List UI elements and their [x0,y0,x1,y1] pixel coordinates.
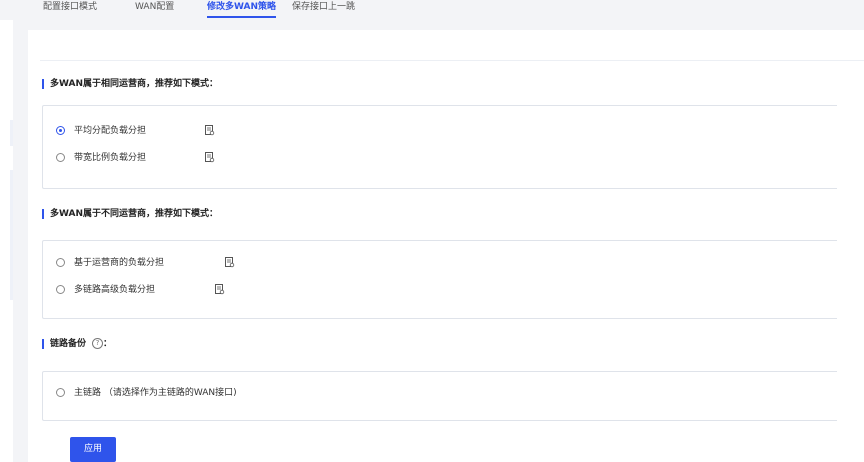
section-accent-bar [42,339,44,349]
document-icon[interactable] [205,125,215,136]
option-label: 平均分配负载分担 [74,126,147,136]
section-title-suffix: ： [103,339,113,349]
radio-button-checked[interactable] [56,126,65,135]
sidebar-highlight [10,120,13,146]
active-tab-indicator [207,16,277,18]
section-title-text: 链路备份?： [50,338,112,350]
option-label: 主链路 （请选择作为主链路的WAN接口) [74,388,237,398]
section-accent-bar [42,209,44,219]
tab-multi-wan-policy-label: 修改多WAN策略 [207,2,277,12]
card-divider [40,60,864,61]
section-title-same-isp: 多WAN属于相同运营商，推荐如下模式： [42,78,342,90]
section-accent-bar [42,79,44,89]
tab-save-next-hop[interactable]: 保存接口上一跳 [292,0,355,20]
left-sidebar [0,0,13,462]
option-box-different-isp: 基于运营商的负载分担 多链路高级负载分担 [42,240,837,319]
tab-bar: 配置接口模式 WAN配置 修改多WAN策略 保存接口上一跳 [0,0,864,20]
option-box-link-backup: 主链路 （请选择作为主链路的WAN接口) [42,371,837,421]
tab-wan-config[interactable]: WAN配置 [135,0,174,20]
option-box-same-isp: 平均分配负载分担 带宽比例负载分担 [42,105,837,189]
tab-multi-wan-policy[interactable]: 修改多WAN策略 [207,0,277,20]
option-label: 多链路高级负载分担 [74,285,156,295]
section-title-link-backup: 链路备份?： [42,338,242,350]
help-icon[interactable]: ? [92,338,104,349]
section-title-different-isp: 多WAN属于不同运营商，推荐如下模式： [42,208,342,220]
radio-button[interactable] [56,258,65,267]
section-title-label: 链路备份 [50,339,87,349]
tab-interface-mode[interactable]: 配置接口模式 [43,0,97,20]
apply-button[interactable]: 应用 [70,437,116,462]
sidebar-scroll-track[interactable] [10,170,13,300]
document-icon[interactable] [205,152,215,163]
radio-button[interactable] [56,388,65,397]
option-label: 带宽比例负载分担 [74,153,147,163]
radio-button[interactable] [56,153,65,162]
radio-button[interactable] [56,285,65,294]
document-icon[interactable] [225,257,235,268]
section-title-text: 多WAN属于不同运营商，推荐如下模式： [50,209,219,219]
section-title-text: 多WAN属于相同运营商，推荐如下模式： [50,79,219,89]
document-icon[interactable] [215,284,225,295]
option-label: 基于运营商的负载分担 [74,258,165,268]
